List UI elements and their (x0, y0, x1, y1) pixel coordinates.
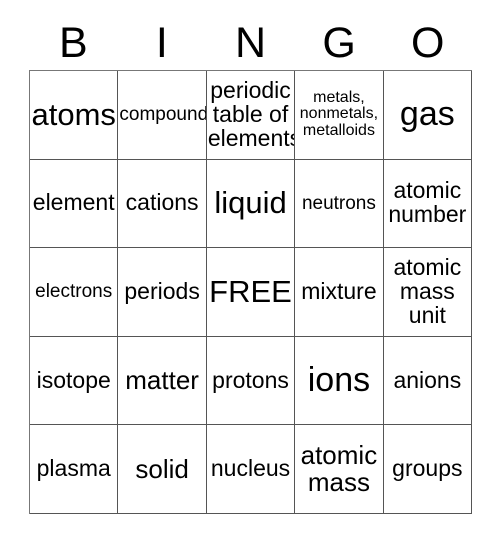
bingo-cell[interactable]: solid (118, 425, 207, 514)
bingo-cell[interactable]: nucleus (206, 425, 296, 514)
bingo-cell-label: liquid (214, 185, 287, 221)
bingo-cell[interactable]: plasma (30, 425, 119, 514)
bingo-row: atoms compound periodic table of element… (30, 71, 473, 160)
bingo-cell-label: electrons (35, 281, 113, 303)
bingo-cell-label: anions (393, 366, 462, 393)
bingo-cell-label: atomic mass (300, 440, 378, 498)
bingo-cell-label: compound (119, 103, 207, 125)
bingo-cell-label: matter (125, 365, 199, 396)
bingo-cell[interactable]: groups (383, 425, 473, 514)
bingo-cell-label: nucleus (210, 455, 291, 482)
bingo-cell[interactable]: isotope (30, 336, 119, 426)
bingo-cell-label: atoms (31, 96, 116, 132)
bingo-cell-label: atomic mass unit (393, 254, 462, 328)
bingo-cell-label: ions (307, 360, 371, 399)
bingo-header-letter-g: G (322, 18, 356, 67)
bingo-cell-label: metals, nonmetals, metalloids (299, 88, 379, 140)
bingo-cell[interactable]: compound (118, 71, 207, 160)
bingo-header-letter-i: I (155, 18, 168, 67)
bingo-header-row: B I N G O (29, 16, 472, 70)
bingo-row: isotope matter protons ions anions (30, 336, 473, 426)
bingo-card: B I N G O atoms compound periodic table … (0, 0, 500, 544)
bingo-row: electrons periods FREE mixture atomic ma… (30, 248, 473, 337)
bingo-header-letter-o: O (410, 18, 445, 67)
bingo-grid: atoms compound periodic table of element… (29, 70, 473, 514)
bingo-cell-label: mixture (301, 278, 377, 305)
bingo-cell-label: plasma (36, 455, 111, 482)
bingo-cell[interactable]: periodic table of elements (206, 71, 296, 160)
bingo-cell[interactable]: matter (118, 336, 207, 426)
bingo-cell-label: periods (124, 278, 200, 305)
bingo-cell[interactable]: electrons (30, 248, 119, 337)
bingo-cell[interactable]: ions (295, 336, 384, 426)
bingo-header-letter-n: N (234, 18, 267, 67)
bingo-cell-label: groups (392, 455, 463, 482)
bingo-cell[interactable]: atomic mass (295, 425, 384, 514)
bingo-free-label: FREE (209, 273, 292, 309)
bingo-cell[interactable]: atomic number (383, 159, 473, 249)
bingo-cell-label: solid (135, 453, 189, 484)
bingo-cell[interactable]: mixture (295, 248, 384, 337)
bingo-cell[interactable]: atoms (30, 71, 119, 160)
bingo-header-letter-b: B (58, 18, 88, 67)
bingo-cell[interactable]: anions (383, 336, 473, 426)
bingo-cell[interactable]: liquid (206, 159, 296, 249)
bingo-cell-label: atomic number (388, 177, 467, 228)
bingo-row: plasma solid nucleus atomic mass groups (30, 425, 473, 514)
bingo-cell-label: protons (212, 366, 289, 393)
bingo-cell[interactable]: periods (118, 248, 207, 337)
bingo-cell-label: element (32, 189, 115, 216)
bingo-row: element cations liquid neutrons atomic n… (30, 159, 473, 249)
bingo-cell-free[interactable]: FREE (206, 248, 296, 337)
bingo-cell[interactable]: element (30, 159, 119, 249)
bingo-cell-label: periodic table of elements (207, 76, 296, 151)
bingo-cell[interactable]: cations (118, 159, 207, 249)
bingo-cell-label: neutrons (301, 192, 376, 214)
bingo-cell-label: cations (125, 189, 199, 216)
bingo-cell[interactable]: gas (383, 71, 473, 160)
bingo-cell-label: gas (399, 95, 455, 134)
bingo-cell[interactable]: atomic mass unit (383, 248, 473, 337)
bingo-cell[interactable]: protons (206, 336, 296, 426)
bingo-cell[interactable]: neutrons (295, 159, 384, 249)
bingo-cell-label: isotope (36, 366, 111, 393)
bingo-cell[interactable]: metals, nonmetals, metalloids (295, 71, 384, 160)
